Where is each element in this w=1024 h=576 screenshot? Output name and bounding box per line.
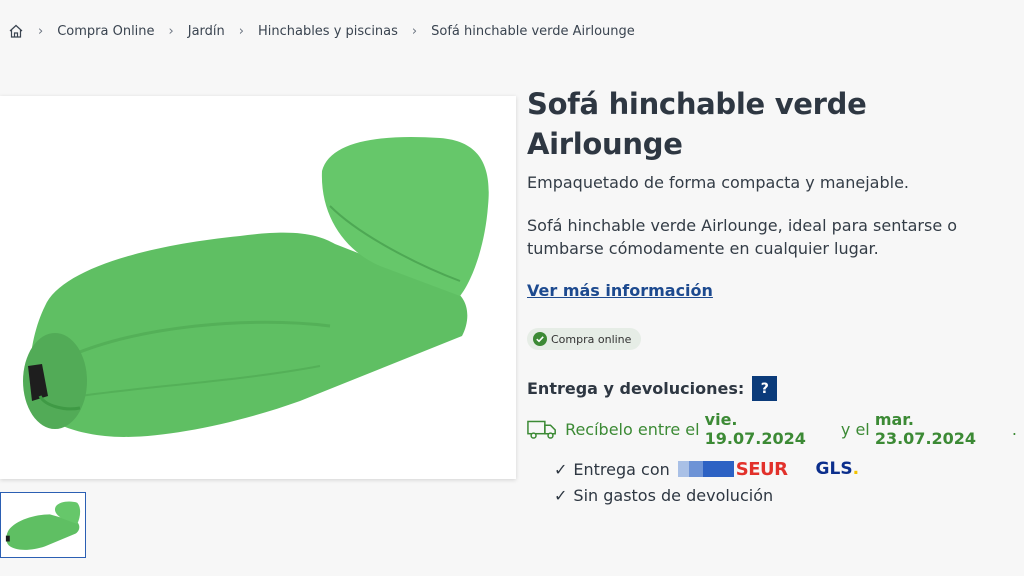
receive-prefix: Recíbelo entre el — [565, 419, 705, 439]
chevron-right-icon: › — [38, 23, 44, 39]
online-badge: Compra online — [527, 328, 642, 350]
date-from: vie. 19.07.2024 — [704, 410, 806, 448]
receive-suffix: . — [1011, 419, 1017, 439]
checkmark-icon: ✓ — [554, 485, 568, 505]
delivery-heading: Entrega y devoluciones: ? — [527, 376, 1017, 401]
help-icon[interactable]: ? — [752, 376, 778, 401]
more-info-link[interactable]: Ver más información — [527, 280, 713, 302]
delivery-carriers: ✓ Entrega con SEUR GLS. — [554, 456, 1017, 482]
chevron-right-icon: › — [411, 23, 418, 39]
receive-middle: y el — [835, 419, 875, 439]
check-circle-icon — [533, 332, 547, 346]
product-subtitle: Empaquetado de forma compacta y manejabl… — [527, 173, 909, 192]
carriers-label: Entrega con — [573, 459, 670, 479]
chevron-right-icon: › — [238, 23, 244, 39]
seur-logo: SEUR — [677, 459, 788, 480]
badge-label: Compra online — [551, 332, 632, 346]
date-to: mar. 23.07.2024 — [874, 410, 977, 448]
home-icon[interactable] — [8, 23, 24, 39]
product-title: Sofá hinchable verde Airlounge — [527, 87, 867, 161]
gls-logo: GLS. — [815, 459, 860, 479]
breadcrumb-hinchables[interactable]: Hinchables y piscinas — [258, 24, 398, 39]
product-description: Sofá hinchable verde Airlounge, ideal pa… — [527, 216, 958, 258]
free-returns-label: Sin gastos de devolución — [573, 485, 774, 505]
free-returns: ✓ Sin gastos de devolución — [554, 482, 1017, 508]
chevron-right-icon: › — [168, 23, 174, 39]
breadcrumb: › Compra Online › Jardín › Hinchables y … — [8, 20, 635, 42]
delivery-heading-text: Entrega y devoluciones: — [527, 379, 745, 398]
checkmark-icon: ✓ — [554, 459, 568, 479]
breadcrumb-jardin[interactable]: Jardín — [188, 24, 225, 39]
product-info: Sofá hinchable verde Airlounge Empaqueta… — [527, 84, 1017, 508]
breadcrumb-compra-online[interactable]: Compra Online — [57, 24, 154, 39]
truck-icon — [527, 420, 556, 439]
breadcrumb-current: Sofá hinchable verde Airlounge — [431, 23, 635, 39]
delivery-estimate: Recíbelo entre el vie. 19.07.2024 y el m… — [527, 410, 1017, 448]
product-thumbnail[interactable] — [0, 492, 86, 558]
product-main-image[interactable] — [0, 96, 516, 479]
